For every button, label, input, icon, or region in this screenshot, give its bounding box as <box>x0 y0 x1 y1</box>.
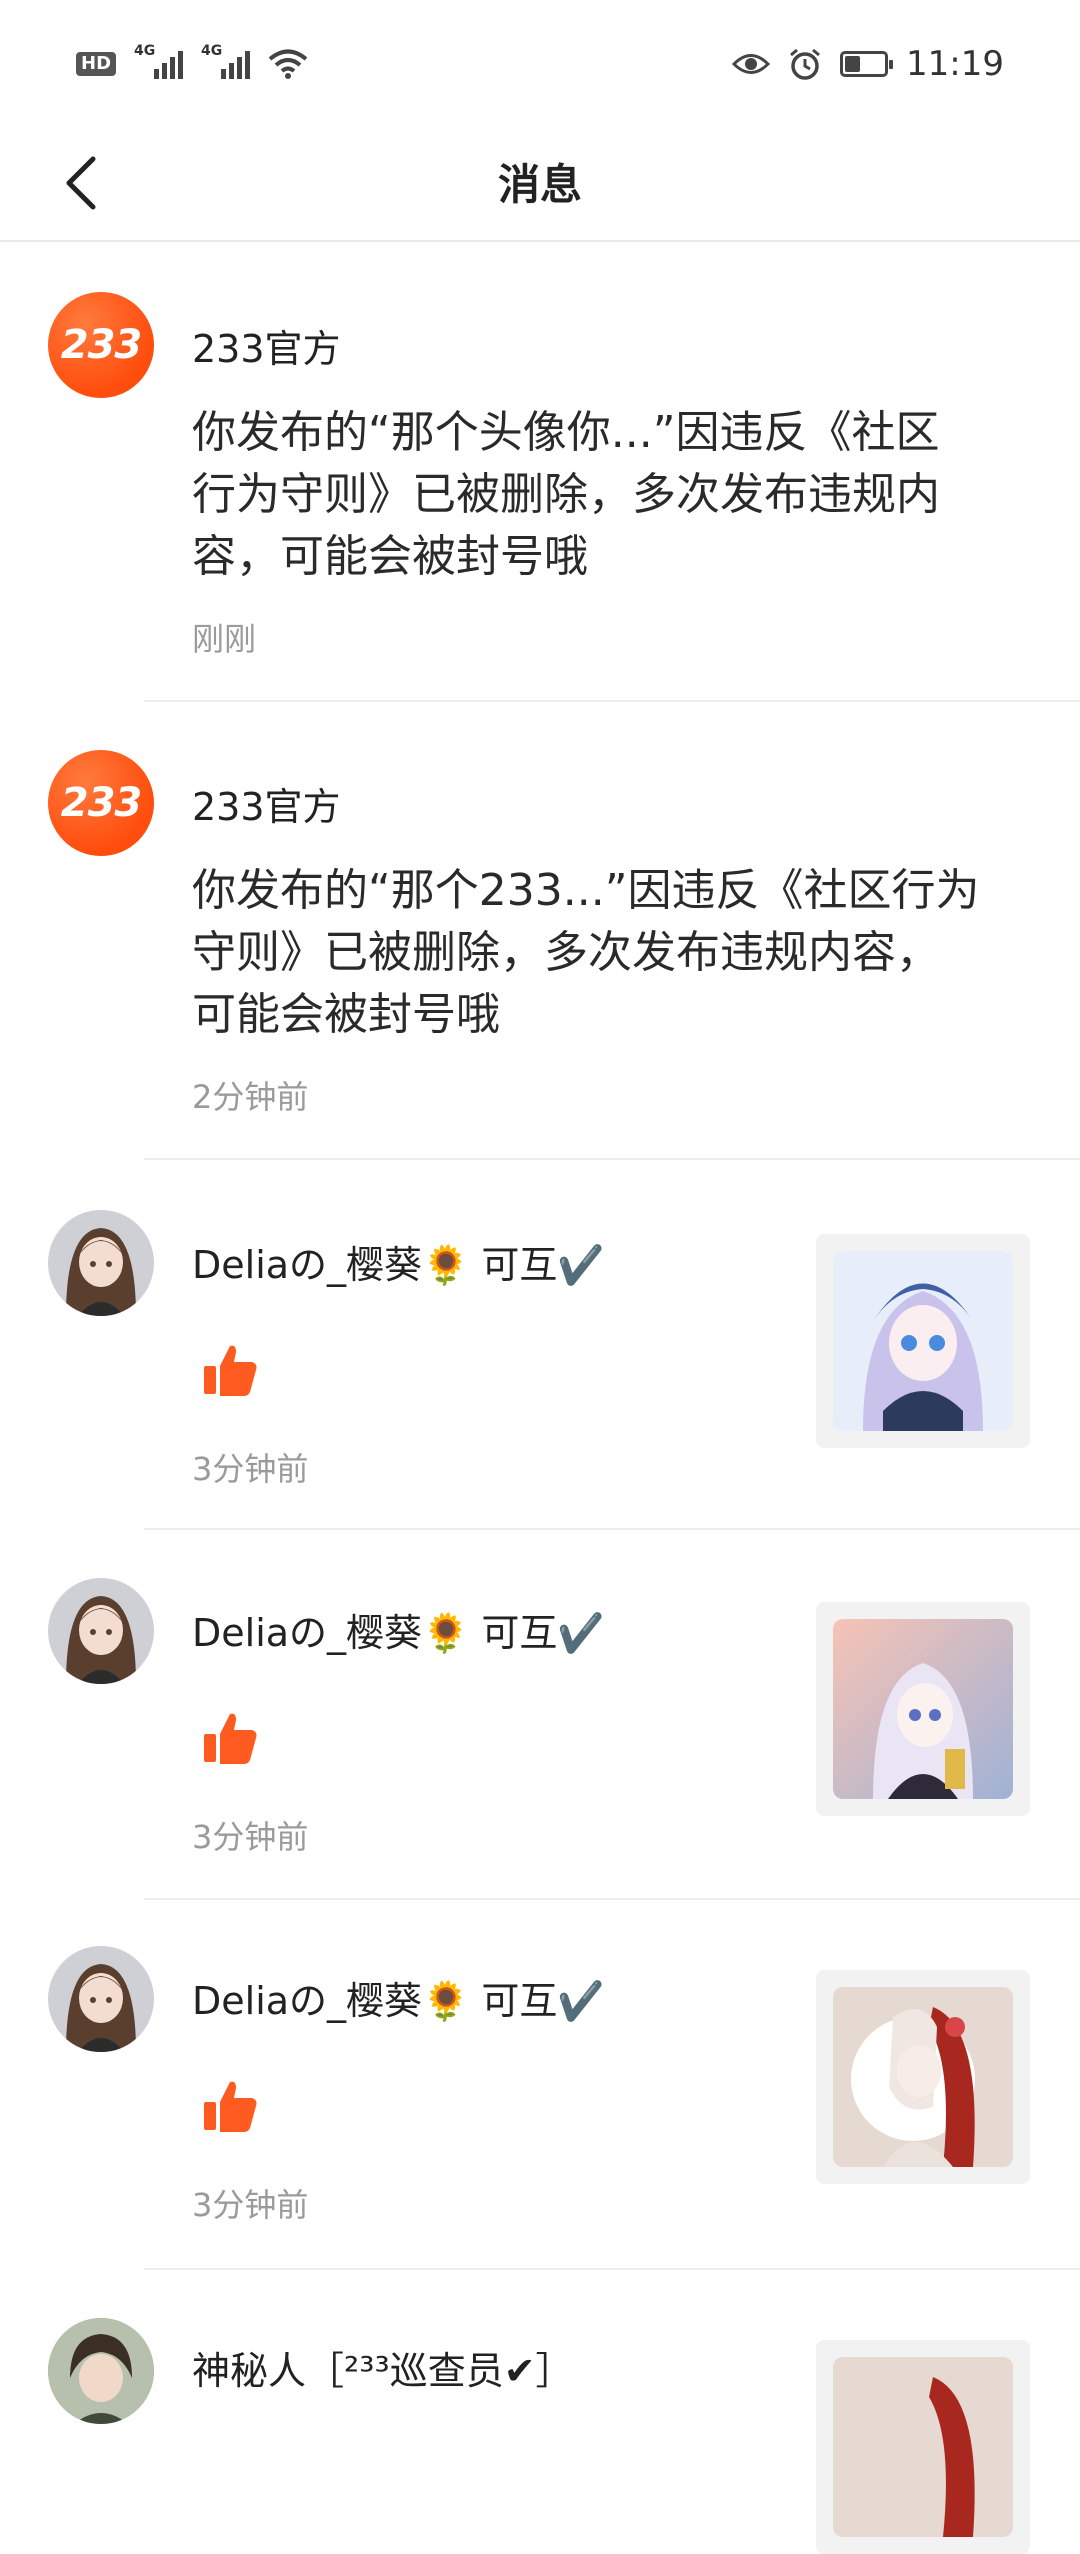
message-time: 2分钟前 <box>192 1078 309 1116</box>
status-bar: HD 4G 4G 11:19 <box>0 0 1080 128</box>
sender-name[interactable]: Deliaの_樱葵🌻 可互✔️ <box>192 1970 605 2025</box>
top-app-bar: 消息 <box>0 128 1080 242</box>
user-avatar[interactable] <box>48 1946 154 2052</box>
sender-name[interactable]: 神秘人［²³³巡查员✔］ <box>192 2340 574 2395</box>
wifi-icon <box>268 49 308 79</box>
sender-name[interactable]: Deliaの_樱葵🌻 可互✔️ <box>192 1602 605 1657</box>
eye-icon <box>732 54 771 74</box>
post-thumbnail[interactable] <box>816 2340 1030 2554</box>
status-left: HD 4G 4G <box>76 43 308 80</box>
user-avatar[interactable] <box>48 1578 154 1684</box>
hd-icon: HD <box>76 52 117 76</box>
message-time: 刚刚 <box>192 620 257 658</box>
official-avatar[interactable]: 233 <box>48 750 154 856</box>
post-image <box>833 2357 1013 2537</box>
post-thumbnail[interactable] <box>816 1602 1030 1816</box>
post-image <box>833 1619 1013 1799</box>
status-right: 11:19 <box>732 44 1004 84</box>
message-time: 3分钟前 <box>192 1450 309 1488</box>
alarm-icon <box>790 48 820 80</box>
thumbs-up-icon <box>204 1713 257 1764</box>
sender-name[interactable]: Deliaの_樱葵🌻 可互✔️ <box>192 1234 605 1289</box>
list-item[interactable]: Deliaの_樱葵🌻 可互✔️ 3分钟前 <box>0 1160 1080 1530</box>
thumbs-up-icon <box>204 2081 257 2132</box>
post-thumbnail[interactable] <box>816 1970 1030 2184</box>
list-item[interactable]: 神秘人［²³³巡查员✔］ <box>0 2270 1080 2554</box>
signal-icon-2: 4G <box>201 43 251 79</box>
page-title: 消息 <box>497 160 582 209</box>
post-image <box>833 1987 1013 2167</box>
user-avatar[interactable] <box>48 2318 154 2424</box>
thumbs-up-icon <box>204 1345 257 1396</box>
post-thumbnail[interactable] <box>816 1234 1030 1448</box>
post-image <box>833 1251 1013 1431</box>
list-item[interactable]: Deliaの_樱葵🌻 可互✔️ 3分钟前 <box>0 1530 1080 1900</box>
sender-name[interactable]: 233官方 <box>192 776 341 831</box>
official-avatar[interactable]: 233 <box>48 292 154 398</box>
user-avatar[interactable] <box>48 1210 154 1316</box>
list-item[interactable]: 233 233官方 你发布的“那个头像你...”因违反《社区行为守则》已被删除，… <box>0 242 1080 702</box>
message-time: 3分钟前 <box>192 1818 309 1856</box>
battery-icon <box>840 51 894 77</box>
list-item[interactable]: Deliaの_樱葵🌻 可互✔️ 3分钟前 <box>0 1900 1080 2270</box>
message-text: 你发布的“那个233...”因违反《社区行为守则》已被删除，多次发布违规内容，可… <box>192 865 980 1040</box>
signal-icon-1: 4G <box>134 43 184 79</box>
message-text: 你发布的“那个头像你...”因违反《社区行为守则》已被删除，多次发布违规内容，可… <box>192 407 940 582</box>
message-time: 3分钟前 <box>192 2186 309 2224</box>
message-list: 233 233官方 你发布的“那个头像你...”因违反《社区行为守则》已被删除，… <box>0 242 1080 2554</box>
list-item[interactable]: 233 233官方 你发布的“那个233...”因违反《社区行为守则》已被删除，… <box>0 702 1080 1160</box>
sender-name[interactable]: 233官方 <box>192 318 341 373</box>
clock-time: 11:19 <box>906 44 1004 84</box>
